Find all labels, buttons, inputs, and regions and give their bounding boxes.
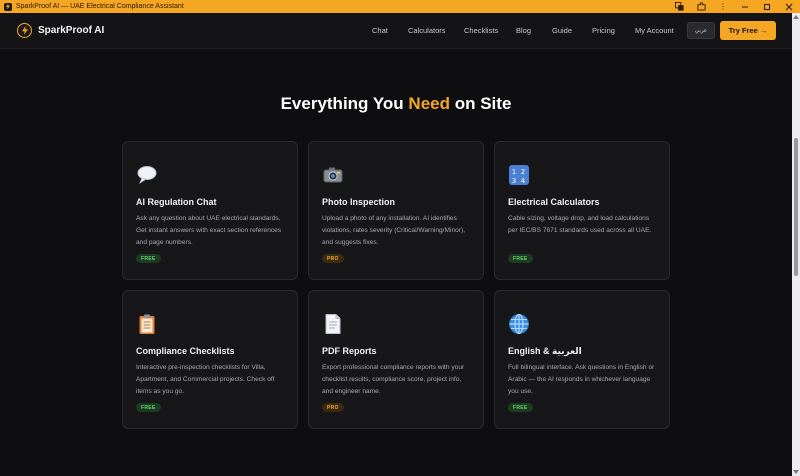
window-title: SparkProof AI — UAE Electrical Complianc…: [16, 3, 184, 10]
globe-icon: [508, 313, 530, 335]
card-title: AI Regulation Chat: [136, 197, 217, 207]
nav-link-blog[interactable]: Blog: [516, 26, 531, 35]
more-icon[interactable]: ⋮: [712, 0, 734, 13]
minimize-icon[interactable]: [734, 0, 756, 13]
card-description: Cable sizing, voltage drop, and load cal…: [508, 215, 652, 234]
scrollbar-thumb[interactable]: [794, 138, 798, 276]
feature-card-checklists[interactable]: Compliance Checklists Interactive pre-in…: [122, 290, 298, 429]
scroll-down-arrow-icon[interactable]: [793, 470, 799, 474]
scroll-up-arrow-icon[interactable]: [793, 15, 799, 19]
language-toggle-button[interactable]: عربي: [687, 22, 715, 39]
window-title-bar: SparkProof AI — UAE Electrical Complianc…: [0, 0, 800, 13]
heading-accent: Need: [408, 94, 450, 113]
nav-link-calculators[interactable]: Calculators: [408, 26, 446, 35]
nav-link-guide[interactable]: Guide: [552, 26, 572, 35]
feature-card-photo-inspection[interactable]: Photo Inspection Upload a photo of any i…: [308, 141, 484, 280]
card-description: Ask any question about UAE electrical st…: [136, 215, 282, 246]
free-badge: FREE: [508, 254, 533, 263]
nav-link-checklists[interactable]: Checklists: [464, 26, 498, 35]
svg-text:2: 2: [521, 168, 525, 176]
features-section: Everything You Need on Site AI Regulatio…: [0, 50, 792, 476]
numbers-icon: 1234: [508, 164, 530, 186]
translate-icon[interactable]: [668, 0, 690, 13]
close-icon[interactable]: [778, 0, 800, 13]
card-description: Interactive pre-inspection checklists fo…: [136, 364, 275, 395]
top-navbar: SparkProof AI Chat Calculators Checklist…: [0, 13, 800, 49]
speech-bubble-icon: [136, 164, 158, 186]
nav-links: Chat Calculators Checklists Blog Guide P…: [0, 13, 800, 49]
card-description: Full bilingual interface. Ask questions …: [508, 364, 655, 395]
card-description: Upload a photo of any installation. AI i…: [322, 215, 466, 246]
svg-text:3: 3: [512, 177, 516, 185]
heading-pre: Everything You: [280, 94, 409, 113]
vertical-scrollbar[interactable]: [792, 13, 800, 476]
nav-link-pricing[interactable]: Pricing: [592, 26, 615, 35]
try-free-button[interactable]: Try Free →: [720, 21, 776, 40]
window-controls: ⋮: [668, 0, 800, 13]
feature-card-pdf-reports[interactable]: PDF Reports Export professional complian…: [308, 290, 484, 429]
pro-badge: PRO: [322, 403, 344, 412]
card-title: PDF Reports: [322, 346, 377, 356]
app-icon: [4, 2, 12, 11]
card-title: Photo Inspection: [322, 197, 395, 207]
document-icon: [322, 313, 344, 335]
free-badge: FREE: [136, 403, 161, 412]
feature-card-ai-chat[interactable]: AI Regulation Chat Ask any question abou…: [122, 141, 298, 280]
svg-text:1: 1: [512, 168, 516, 176]
maximize-icon[interactable]: [756, 0, 778, 13]
free-badge: FREE: [136, 254, 161, 263]
heading-post: on Site: [450, 94, 512, 113]
pro-badge: PRO: [322, 254, 344, 263]
card-title: English & العربية: [508, 346, 582, 356]
extensions-icon[interactable]: [690, 0, 712, 13]
section-heading: Everything You Need on Site: [0, 94, 792, 114]
nav-link-chat[interactable]: Chat: [372, 26, 388, 35]
camera-icon: [322, 164, 344, 186]
nav-link-my-account[interactable]: My Account: [635, 26, 674, 35]
card-title: Electrical Calculators: [508, 197, 600, 207]
feature-card-bilingual[interactable]: English & العربية Full bilingual interfa…: [494, 290, 670, 429]
feature-card-calculators[interactable]: 1234 Electrical Calculators Cable sizing…: [494, 141, 670, 280]
svg-text:4: 4: [521, 177, 526, 185]
card-description: Export professional compliance reports w…: [322, 364, 465, 395]
clipboard-icon: [136, 313, 158, 335]
card-title: Compliance Checklists: [136, 346, 235, 356]
free-badge: FREE: [508, 403, 533, 412]
